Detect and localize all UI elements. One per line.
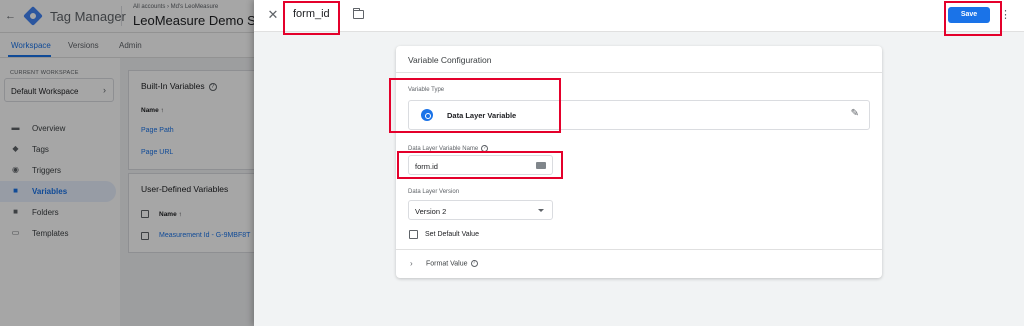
folder-icon[interactable] <box>353 8 364 19</box>
set-default-value-checkbox[interactable] <box>409 230 418 239</box>
divider <box>396 249 882 250</box>
panel-topbar: ✕ form_id Save ⋮ <box>254 0 1024 32</box>
divider <box>396 72 882 73</box>
close-icon[interactable]: ✕ <box>266 8 280 22</box>
annotation-highlight-variable-type <box>389 78 561 133</box>
annotation-highlight-dl-name <box>397 151 563 179</box>
dropdown-caret-icon <box>538 209 544 212</box>
annotation-highlight-save <box>944 1 1002 36</box>
variable-editor-panel: ✕ form_id Save ⋮ Variable Configuration … <box>254 0 1024 326</box>
set-default-value-label[interactable]: Set Default Value <box>425 231 479 238</box>
card-title: Variable Configuration <box>408 55 492 65</box>
dl-version-label: Data Layer Version <box>408 189 460 195</box>
edit-pencil-icon[interactable]: ✎ <box>851 108 859 119</box>
chevron-right-icon[interactable]: › <box>410 259 413 268</box>
annotation-highlight-name <box>283 1 340 35</box>
dl-version-select[interactable]: Version 2 <box>408 200 553 220</box>
dl-version-value: Version 2 <box>415 207 447 216</box>
help-icon[interactable]: ? <box>470 260 478 267</box>
format-value-toggle[interactable]: Format Value? <box>426 260 478 267</box>
